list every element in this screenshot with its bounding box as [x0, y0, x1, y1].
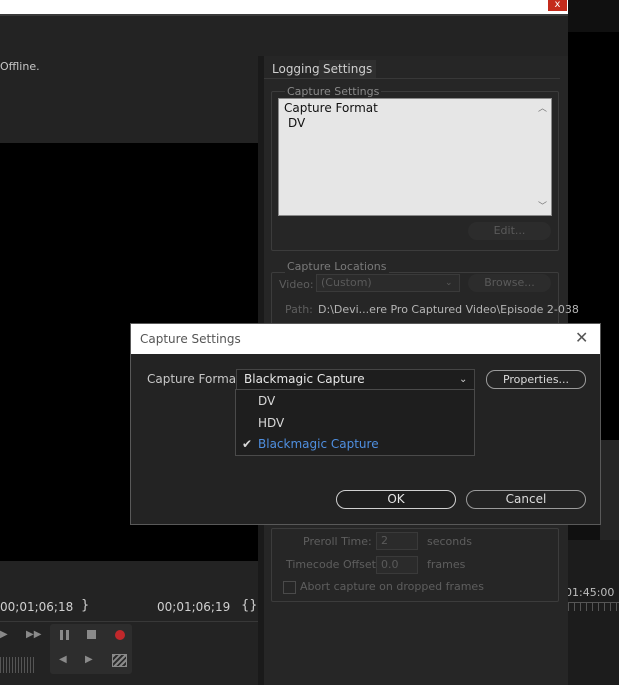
offset-unit: frames	[427, 558, 466, 571]
status-text: Offline.	[0, 60, 40, 73]
chevron-down-icon: ⌄	[445, 278, 453, 288]
timecode-offset-input[interactable]: 0.0	[376, 556, 418, 574]
video-location-select[interactable]: (Custom) ⌄	[316, 274, 460, 292]
preroll-label: Preroll Time:	[303, 535, 372, 548]
video-label: Video:	[279, 278, 314, 291]
right-timecode: 01:45:00	[565, 586, 615, 599]
set-out-icon[interactable]: {}	[241, 598, 258, 613]
record-icon[interactable]	[115, 630, 125, 640]
jog-shuttle[interactable]	[0, 657, 34, 673]
step-back-icon[interactable]: ◀	[59, 654, 67, 665]
right-timeline-panel: 01:45:00	[565, 540, 619, 685]
tab-logging[interactable]: Logging	[268, 60, 324, 78]
step-forward-icon[interactable]: ▶	[85, 654, 93, 665]
transport-controls: ◀ ▶	[50, 624, 132, 674]
divider	[0, 621, 258, 622]
chevron-down-icon: ⌄	[459, 374, 468, 385]
abort-label: Abort capture on dropped frames	[300, 580, 484, 593]
abort-checkbox[interactable]	[283, 581, 296, 594]
right-mid-panel	[600, 440, 619, 540]
check-icon: ✔	[242, 437, 253, 451]
dialog-title: Capture Settings	[140, 332, 241, 346]
in-timecode[interactable]: 00;01;06;18	[0, 600, 73, 614]
edit-button[interactable]: Edit...	[468, 222, 551, 240]
summary-line: Capture Format	[284, 101, 378, 115]
tab-settings[interactable]: Settings	[319, 60, 377, 78]
play-icon[interactable]: ▶	[0, 629, 8, 640]
cancel-button[interactable]: Cancel	[466, 490, 586, 509]
path-label: Path:	[285, 303, 313, 316]
fast-forward-icon[interactable]: ▶▶	[26, 629, 41, 640]
capture-format-summary: Capture Format DV ︿ ﹀	[278, 98, 552, 216]
preroll-unit: seconds	[427, 535, 472, 548]
capture-format-select[interactable]: Blackmagic Capture ⌄	[236, 369, 475, 390]
capture-settings-title: Capture Settings	[285, 85, 382, 98]
capture-format-value: Blackmagic Capture	[244, 372, 365, 386]
summary-line: DV	[288, 116, 306, 130]
set-in-icon[interactable]: }	[81, 598, 89, 613]
capture-format-label: Capture Format:	[147, 372, 245, 386]
window-titlebar	[0, 0, 568, 14]
close-icon[interactable]: ✕	[575, 330, 588, 346]
right-timeline-ruler	[568, 602, 619, 611]
dropdown-option-dv[interactable]: DV	[258, 394, 275, 408]
tab-divider	[264, 78, 560, 79]
titlebar-border	[0, 14, 568, 16]
capture-format-dropdown: DV HDV ✔ Blackmagic Capture	[235, 389, 475, 456]
summary-scrollbar[interactable]: ︿ ﹀	[535, 99, 550, 215]
dropdown-option-hdv[interactable]: HDV	[258, 416, 284, 430]
out-timecode[interactable]: 00;01;06;19	[157, 600, 230, 614]
clapper-icon[interactable]	[112, 654, 127, 667]
scroll-down-icon[interactable]: ﹀	[538, 199, 547, 212]
stop-icon[interactable]	[87, 630, 96, 639]
dropdown-option-blackmagic[interactable]: Blackmagic Capture	[258, 437, 379, 451]
browse-button[interactable]: Browse...	[468, 274, 551, 292]
capture-locations-title: Capture Locations	[285, 260, 389, 273]
close-icon[interactable]: x	[548, 0, 567, 11]
offset-label: Timecode Offset:	[286, 558, 380, 571]
scroll-up-icon[interactable]: ︿	[538, 101, 547, 114]
pause-icon[interactable]	[60, 630, 70, 640]
preroll-input[interactable]: 2	[376, 532, 418, 550]
properties-button[interactable]: Properties...	[486, 370, 586, 389]
path-value: D:\Devi...ere Pro Captured Video\Episode…	[318, 303, 579, 316]
ok-button[interactable]: OK	[336, 490, 456, 509]
